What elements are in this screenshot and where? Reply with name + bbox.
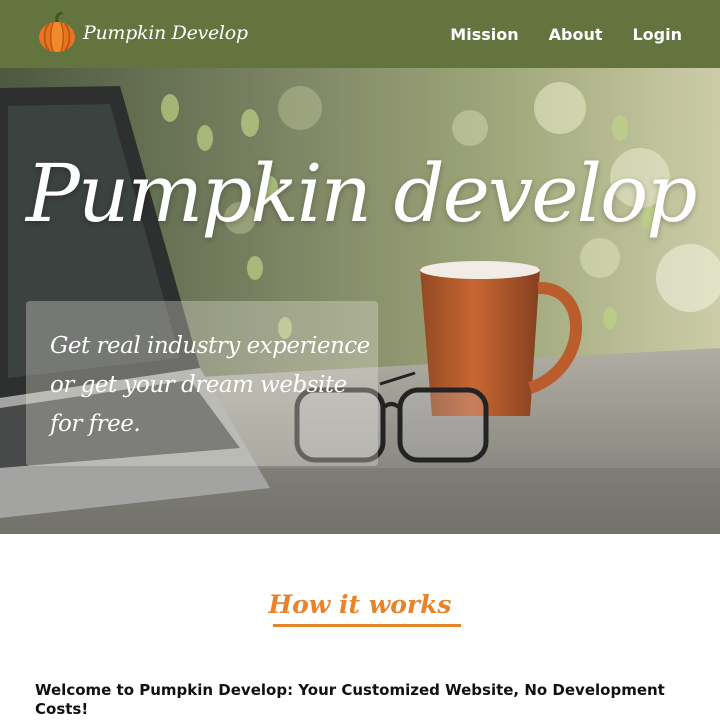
pumpkin-icon xyxy=(39,12,75,52)
nav-links: Mission About Login xyxy=(420,0,682,68)
how-it-works-heading: How it works xyxy=(268,590,452,619)
brand-home-link[interactable]: Pumpkin Develop xyxy=(37,12,248,54)
hero-tagline: Get real industry experience or get your… xyxy=(50,333,370,437)
top-navbar: Pumpkin Develop Mission About Login xyxy=(0,0,720,68)
hero-banner: Pumpkin develop Get real industry experi… xyxy=(0,68,720,534)
nav-link-mission[interactable]: Mission xyxy=(450,25,518,44)
heading-underline xyxy=(273,624,461,627)
welcome-intro-text: Welcome to Pumpkin Develop: Your Customi… xyxy=(35,681,665,718)
nav-link-login[interactable]: Login xyxy=(632,25,682,44)
tagline-box: Get real industry experience or get your… xyxy=(26,301,378,466)
hero-title: Pumpkin develop xyxy=(26,147,698,240)
brand-name: Pumpkin Develop xyxy=(83,22,248,44)
nav-link-about[interactable]: About xyxy=(549,25,603,44)
